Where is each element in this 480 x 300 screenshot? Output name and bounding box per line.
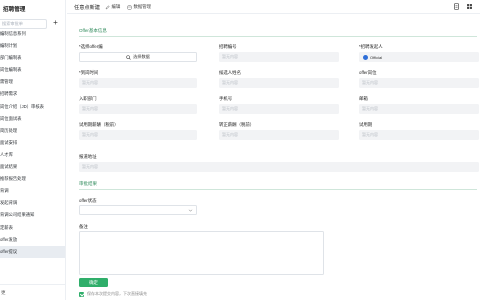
regular-salary-label: 转正薪酬（税前） xyxy=(219,122,255,127)
search-icon xyxy=(126,54,131,60)
confirm-button[interactable]: 确定 xyxy=(79,278,108,287)
sidebar-item[interactable]: 岗位面试表 xyxy=(0,113,65,125)
recruit-no-field[interactable]: 暂无内容 xyxy=(219,52,339,62)
candidate-name-label: 候选人姓名 xyxy=(219,70,241,75)
offer-position-field[interactable]: 暂无内容 xyxy=(359,78,479,88)
sidebar-item[interactable]: 简历处理 xyxy=(0,125,65,137)
choose-data-button[interactable]: 选择数据 xyxy=(79,52,197,62)
edit-button[interactable]: 编辑 xyxy=(105,4,120,10)
sidebar-item[interactable]: 发起背调 xyxy=(0,197,65,209)
sidebar-item[interactable]: 部门编制表 xyxy=(0,52,65,64)
keep-submit-option[interactable]: 保存本次提交内容，下次直接填充 xyxy=(79,291,147,297)
sidebar-item[interactable]: 招聘需求 xyxy=(0,88,65,100)
sidebar-item[interactable]: offer发放 xyxy=(0,234,65,246)
sidebar-item[interactable]: 岗位介绍（JD）审核表 xyxy=(0,101,65,113)
sidebar-item[interactable]: 面试安排 xyxy=(0,137,65,149)
remark-textarea[interactable] xyxy=(79,231,324,275)
sidebar-item[interactable]: 背调 xyxy=(0,185,65,197)
pencil-icon xyxy=(105,4,110,9)
recruit-no-label: 招聘编号 xyxy=(219,44,237,49)
sidebar-item[interactable]: 背调公司结果通知 xyxy=(0,209,65,221)
database-icon xyxy=(127,5,132,9)
section-approval-title: 审批结果 xyxy=(79,181,97,186)
arrival-time-label: *到岗时间 xyxy=(79,70,99,75)
candidate-name-field[interactable]: 暂无内容 xyxy=(219,78,339,88)
recruit-initiator-value: Official xyxy=(370,54,383,60)
sidebar-item[interactable]: 人才库 xyxy=(0,149,65,161)
arrival-time-field[interactable]: 暂无内容 xyxy=(79,78,197,88)
grid-icon[interactable] xyxy=(466,3,473,10)
email-label: 邮箱 xyxy=(359,96,368,101)
page-title: 任意点新建 xyxy=(74,5,100,11)
section-divider xyxy=(79,189,477,190)
sidebar: 招聘管理 搜索审批单 + 编制信息系列 编制计划 部门编制表 岗位编制表 需管理… xyxy=(0,0,66,300)
sidebar-item[interactable]: 编制信息系列 xyxy=(0,28,65,40)
sidebar-item[interactable]: 面试结果 xyxy=(0,161,65,173)
sidebar-item[interactable]: 编制计划 xyxy=(0,40,65,52)
sidebar-item[interactable]: 岗位编制表 xyxy=(0,64,65,76)
data-manage-label: 数据管理 xyxy=(133,4,152,9)
work-location-field[interactable]: 暂无内容 xyxy=(79,162,479,172)
sidebar-item-active[interactable]: offer提议 xyxy=(0,245,65,258)
keep-submit-label: 保存本次提交内容，下次直接填充 xyxy=(87,291,147,296)
phone-field[interactable]: 暂无内容 xyxy=(219,104,339,114)
add-button[interactable]: + xyxy=(51,18,60,28)
choose-data-label: 选择数据 xyxy=(133,54,150,59)
section-basic-info-title: Offer基本信息 xyxy=(79,28,107,33)
recruit-initiator-field[interactable]: Official xyxy=(359,52,479,62)
email-field[interactable]: 暂无内容 xyxy=(359,104,479,114)
probation-period-field[interactable]: 暂无内容 xyxy=(359,130,479,140)
work-location-label: 报道地址 xyxy=(79,154,97,159)
remark-label: 备注 xyxy=(79,224,88,229)
avatar xyxy=(363,54,368,60)
section-divider xyxy=(79,36,477,37)
probation-salary-field[interactable]: 暂无内容 xyxy=(79,130,197,140)
sidebar-title: 招聘管理 xyxy=(3,7,26,13)
entry-dept-label: 入职部门 xyxy=(79,96,97,101)
data-manage-button[interactable]: 数据管理 xyxy=(127,4,151,10)
keep-submit-checkbox[interactable] xyxy=(79,291,84,297)
probation-salary-label: 试用期薪酬（税前） xyxy=(79,122,119,127)
chevron-down-icon xyxy=(188,209,193,212)
recruit-initiator-label: *招聘发起人 xyxy=(359,44,383,49)
regular-salary-field[interactable]: 暂无内容 xyxy=(219,130,339,140)
sidebar-list: 编制信息系列 编制计划 部门编制表 岗位编制表 需管理 招聘需求 岗位介绍（JD… xyxy=(0,28,65,258)
offer-position-label: offer岗位 xyxy=(359,70,377,75)
topbar: 任意点新建 编辑 数据管理 xyxy=(67,0,480,14)
sidebar-item[interactable]: 需管理 xyxy=(0,76,65,88)
offer-status-select[interactable] xyxy=(79,205,197,215)
edit-label: 编辑 xyxy=(111,4,121,9)
sidebar-item[interactable]: 定薪表 xyxy=(0,222,65,234)
phone-label: 手机号 xyxy=(219,96,233,101)
choose-offer-label: *选择offer编 xyxy=(79,44,103,49)
entry-dept-field[interactable]: 暂无内容 xyxy=(79,104,197,114)
sidebar-item[interactable]: 推荐报告处理 xyxy=(0,173,65,185)
probation-period-label: 试用期 xyxy=(359,122,373,127)
document-icon[interactable] xyxy=(453,3,460,10)
offer-status-label: offer状态 xyxy=(79,198,97,203)
sidebar-footer[interactable]: 更 xyxy=(0,284,66,300)
main-form: Offer基本信息 *选择offer编 选择数据 招聘编号 暂无内容 *招聘发起… xyxy=(67,14,480,300)
